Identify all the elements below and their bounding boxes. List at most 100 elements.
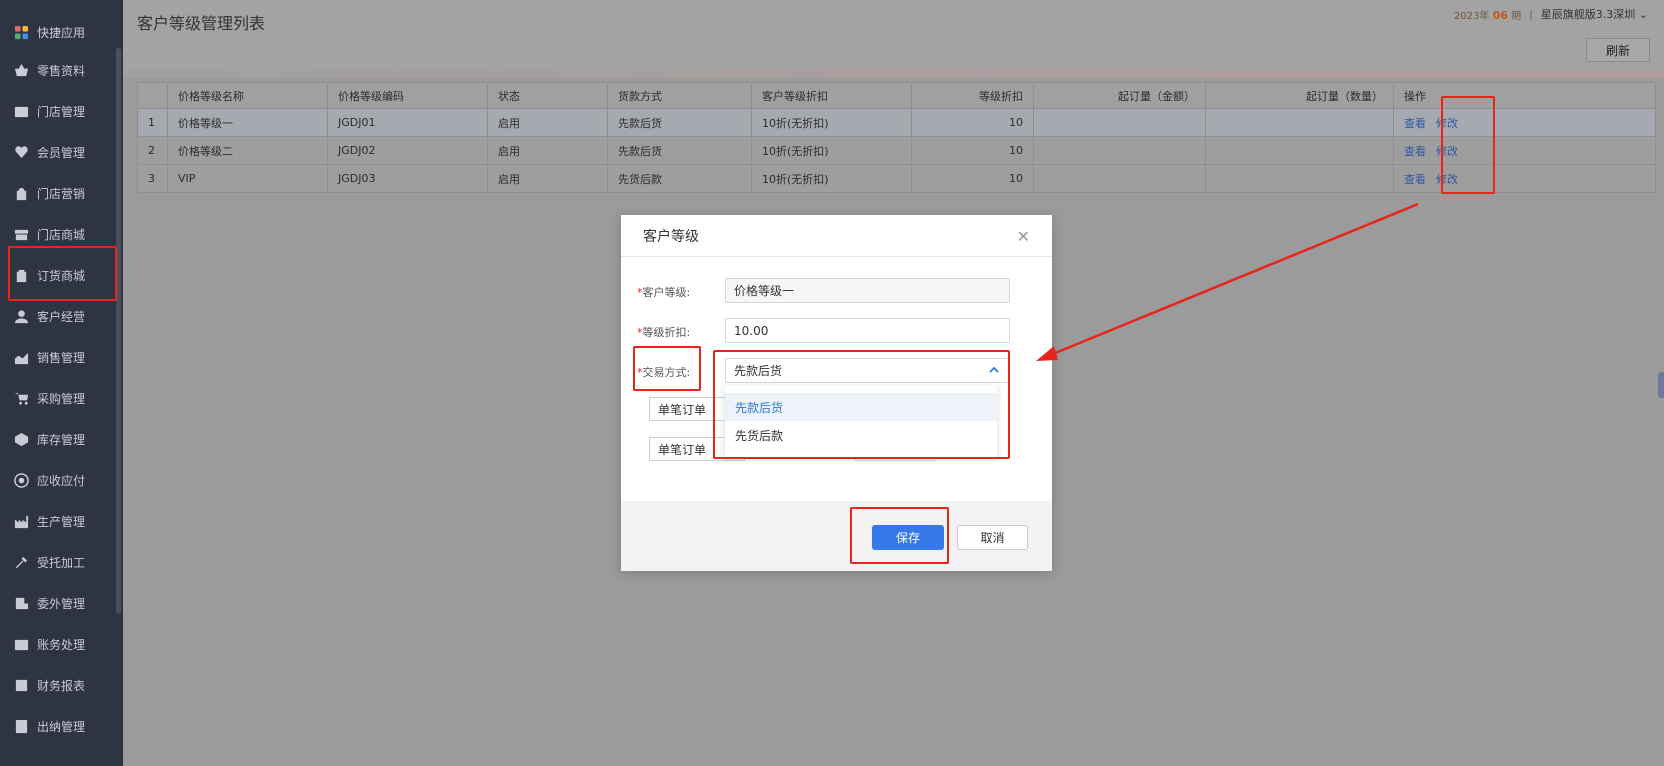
annotation-box — [1441, 96, 1495, 194]
cell-discount: 10 — [911, 108, 1034, 137]
sidebar-item-store-marketing[interactable]: 门店营销 — [0, 174, 117, 212]
sidebar-item-label: 账务处理 — [37, 637, 86, 652]
tools-icon — [13, 554, 29, 570]
sidebar-item-retail-data[interactable]: 零售资料 — [0, 51, 117, 89]
cell-actions: 查看 修改 — [1393, 136, 1656, 165]
refresh-button[interactable]: 刷新 — [1586, 38, 1650, 62]
cell-actions: 查看 修改 — [1393, 108, 1656, 137]
level-discount-input[interactable]: 10.00 — [725, 318, 1010, 343]
cell-code: JGDJ02 — [327, 136, 488, 165]
sidebar: 快捷应用 零售资料 门店管理 会员管理 门店营销 门店商城 订货商城 客户经营 … — [0, 0, 123, 766]
box-icon — [13, 431, 29, 447]
column-header: 价格等级编码 — [327, 82, 488, 109]
sidebar-item-label: 客户经营 — [37, 309, 86, 324]
sidebar-item-label: 财务报表 — [37, 678, 86, 693]
sidebar-item-label: 应收应付 — [37, 473, 86, 488]
sidebar-item-quick-apps[interactable]: 快捷应用 — [0, 13, 117, 51]
sidebar-item-contract-processing[interactable]: 受托加工 — [0, 543, 117, 581]
table-row[interactable]: 1 价格等级一 JGDJ01 启用 先款后货 10折(无折扣) 10 查看 修改 — [137, 108, 1656, 137]
annotation-box — [850, 507, 949, 564]
cell-code: JGDJ01 — [327, 108, 488, 137]
sidebar-item-member-management[interactable]: 会员管理 — [0, 133, 117, 171]
view-link[interactable]: 查看 — [1404, 117, 1426, 130]
ledger-icon — [13, 636, 29, 652]
basket-icon — [13, 62, 29, 78]
sidebar-item-cashier-management[interactable]: 出纳管理 — [0, 707, 117, 745]
cart-icon — [13, 390, 29, 406]
close-icon[interactable]: ✕ — [1017, 227, 1030, 246]
table-row[interactable]: 3 VIP JGDJ03 启用 先货后款 10折(无折扣) 10 查看 修改 — [137, 164, 1656, 193]
sidebar-item-label: 生产管理 — [37, 514, 86, 529]
view-link[interactable]: 查看 — [1404, 145, 1426, 158]
period-date: 2023年 06 期 — [1453, 8, 1522, 22]
sidebar-item-label: 门店营销 — [37, 186, 86, 201]
sidebar-item-label: 受托加工 — [37, 555, 86, 570]
cell-min-qty — [1205, 164, 1394, 193]
row-number: 3 — [137, 164, 168, 193]
cell-discount-text: 10折(无折扣) — [751, 164, 912, 193]
column-header: 货款方式 — [607, 82, 752, 109]
table-row[interactable]: 2 价格等级二 JGDJ02 启用 先款后货 10折(无折扣) 10 查看 修改 — [137, 136, 1656, 165]
cell-discount-text: 10折(无折扣) — [751, 108, 912, 137]
annotation-box — [633, 346, 701, 391]
dialog-title: 客户等级 — [643, 228, 699, 245]
sidebar-item-sales-management[interactable]: 销售管理 — [0, 338, 117, 376]
divider — [123, 70, 1664, 78]
dialog-header: 客户等级 ✕ — [621, 215, 1052, 257]
customer-level-table: 价格等级名称 价格等级编码 状态 货款方式 客户等级折扣 等级折扣 起订量（金额… — [137, 82, 1656, 193]
dialog-footer: 保存 取消 — [621, 501, 1052, 571]
table-header-row: 价格等级名称 价格等级编码 状态 货款方式 客户等级折扣 等级折扣 起订量（金额… — [137, 82, 1656, 109]
chart-icon — [13, 349, 29, 365]
side-handle[interactable] — [1658, 372, 1664, 398]
cell-min-amount — [1033, 108, 1206, 137]
cell-min-amount — [1033, 136, 1206, 165]
sidebar-item-customer-operation[interactable]: 客户经营 — [0, 297, 117, 335]
cell-code: JGDJ03 — [327, 164, 488, 193]
cell-min-amount — [1033, 164, 1206, 193]
sidebar-item-label: 会员管理 — [37, 145, 86, 160]
level-label: *客户等级: — [637, 286, 691, 299]
column-header: 客户等级折扣 — [751, 82, 912, 109]
sidebar-item-label: 快捷应用 — [37, 25, 86, 40]
view-link[interactable]: 查看 — [1404, 173, 1426, 186]
column-header: 起订量（金额） — [1033, 82, 1206, 109]
sidebar-item-label: 销售管理 — [37, 350, 86, 365]
column-header — [137, 82, 168, 109]
sidebar-item-label: 门店商城 — [37, 227, 86, 242]
cell-status: 启用 — [487, 164, 608, 193]
cell-actions: 查看 修改 — [1393, 164, 1656, 193]
row-number: 2 — [137, 136, 168, 165]
sidebar-item-label: 库存管理 — [37, 432, 86, 447]
cell-discount-text: 10折(无折扣) — [751, 136, 912, 165]
column-header: 操作 — [1393, 82, 1656, 109]
sidebar-item-financial-reports[interactable]: 财务报表 — [0, 666, 117, 704]
sidebar-item-receivables-payables[interactable]: 应收应付 — [0, 461, 117, 499]
sidebar-item-accounting[interactable]: 账务处理 — [0, 625, 117, 663]
cancel-button[interactable]: 取消 — [957, 525, 1028, 550]
store-icon — [13, 103, 29, 119]
heart-icon — [13, 144, 29, 160]
sidebar-item-label: 委外管理 — [37, 596, 86, 611]
cell-min-qty — [1205, 136, 1394, 165]
cell-status: 启用 — [487, 108, 608, 137]
sidebar-item-store-management[interactable]: 门店管理 — [0, 92, 117, 130]
cell-payment: 先款后货 — [607, 108, 752, 137]
customer-level-input[interactable]: 价格等级一 — [725, 278, 1010, 303]
factory-icon — [13, 513, 29, 529]
sidebar-item-label: 出纳管理 — [37, 719, 86, 734]
company-selector[interactable]: 星辰旗舰版3.3深圳 ⌄ — [1541, 6, 1648, 22]
sidebar-item-label: 零售资料 — [37, 63, 86, 78]
sidebar-item-production-management[interactable]: 生产管理 — [0, 502, 117, 540]
cell-min-qty — [1205, 108, 1394, 137]
shop-icon — [13, 226, 29, 242]
outsource-icon — [13, 595, 29, 611]
cell-payment: 先货后款 — [607, 164, 752, 193]
cell-payment: 先款后货 — [607, 136, 752, 165]
top-bar: 客户等级管理列表 2023年 06 期 | 星辰旗舰版3.3深圳 ⌄ 刷新 — [123, 0, 1664, 70]
sidebar-item-outsource-management[interactable]: 委外管理 — [0, 584, 117, 622]
annotation-box — [8, 246, 117, 301]
cell-status: 启用 — [487, 136, 608, 165]
sidebar-item-purchase-management[interactable]: 采购管理 — [0, 379, 117, 417]
sidebar-item-label: 门店管理 — [37, 104, 86, 119]
sidebar-item-inventory-management[interactable]: 库存管理 — [0, 420, 117, 458]
